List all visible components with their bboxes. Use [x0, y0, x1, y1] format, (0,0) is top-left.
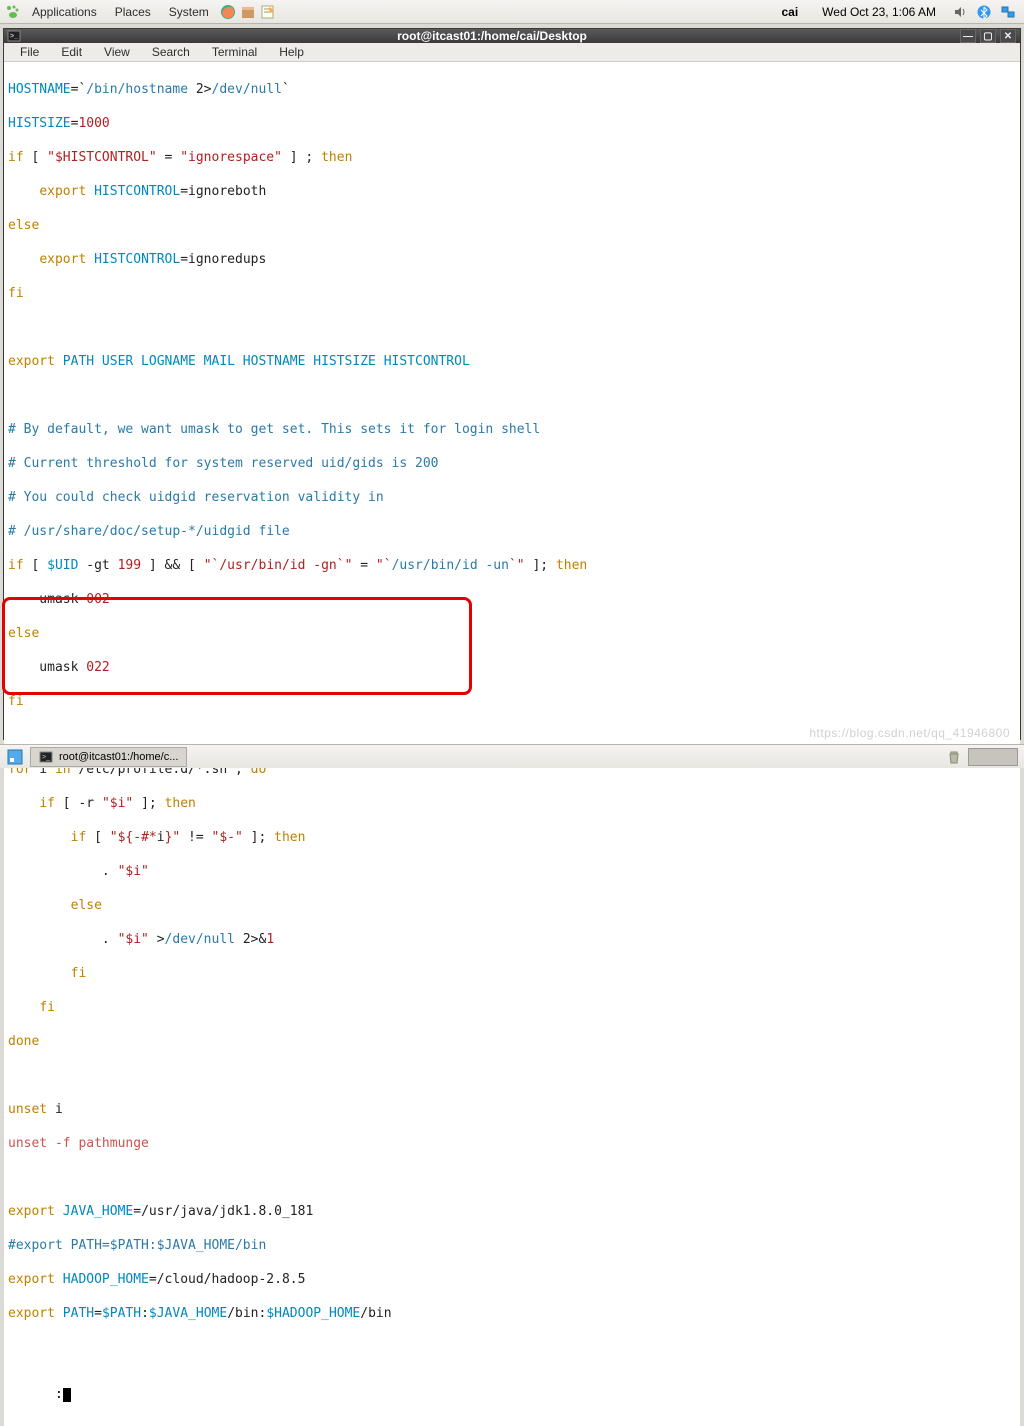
- firefox-icon[interactable]: [219, 3, 237, 21]
- menubar: File Edit View Search Terminal Help: [4, 43, 1020, 62]
- window-title: root@itcast01:/home/cai/Desktop: [24, 29, 960, 43]
- notepad-icon[interactable]: [259, 3, 277, 21]
- task-label: root@itcast01:/home/c...: [59, 751, 178, 763]
- system-menu[interactable]: System: [161, 3, 217, 21]
- svg-text:>_: >_: [10, 33, 18, 40]
- volume-icon[interactable]: [952, 4, 968, 20]
- terminal-window: >_ root@itcast01:/home/cai/Desktop — ▢ ✕…: [3, 28, 1021, 740]
- menu-help[interactable]: Help: [269, 43, 314, 61]
- show-desktop-icon[interactable]: [6, 748, 24, 766]
- taskbar-terminal[interactable]: >_ root@itcast01:/home/c...: [30, 747, 187, 767]
- minimize-button[interactable]: —: [960, 29, 976, 43]
- highlight-annotation: [2, 597, 472, 695]
- applications-menu[interactable]: Applications: [24, 3, 105, 21]
- menu-view[interactable]: View: [94, 43, 140, 61]
- gnome-foot-icon: [4, 3, 22, 21]
- terminal-icon: >_: [4, 29, 24, 43]
- menu-terminal[interactable]: Terminal: [202, 43, 267, 61]
- user-label[interactable]: cai: [773, 5, 806, 19]
- bottom-panel: >_ root@itcast01:/home/c...: [0, 744, 1024, 768]
- command-line[interactable]: :: [8, 1369, 71, 1420]
- svg-text:>_: >_: [42, 754, 50, 761]
- menu-file[interactable]: File: [10, 43, 49, 61]
- bluetooth-icon[interactable]: [976, 4, 992, 20]
- network-icon[interactable]: [1000, 4, 1016, 20]
- titlebar[interactable]: >_ root@itcast01:/home/cai/Desktop — ▢ ✕: [4, 29, 1020, 43]
- menu-search[interactable]: Search: [142, 43, 200, 61]
- package-icon[interactable]: [239, 3, 257, 21]
- top-panel: Applications Places System cai Wed Oct 2…: [0, 0, 1024, 24]
- places-menu[interactable]: Places: [107, 3, 159, 21]
- menu-edit[interactable]: Edit: [51, 43, 92, 61]
- trash-icon[interactable]: [946, 749, 962, 765]
- watermark: https://blog.csdn.net/qq_41946800: [809, 726, 1010, 740]
- close-button[interactable]: ✕: [1000, 29, 1016, 43]
- clock[interactable]: Wed Oct 23, 1:06 AM: [814, 5, 944, 19]
- maximize-button[interactable]: ▢: [980, 29, 996, 43]
- cursor: [63, 1388, 71, 1402]
- workspace-switcher[interactable]: [968, 748, 1018, 766]
